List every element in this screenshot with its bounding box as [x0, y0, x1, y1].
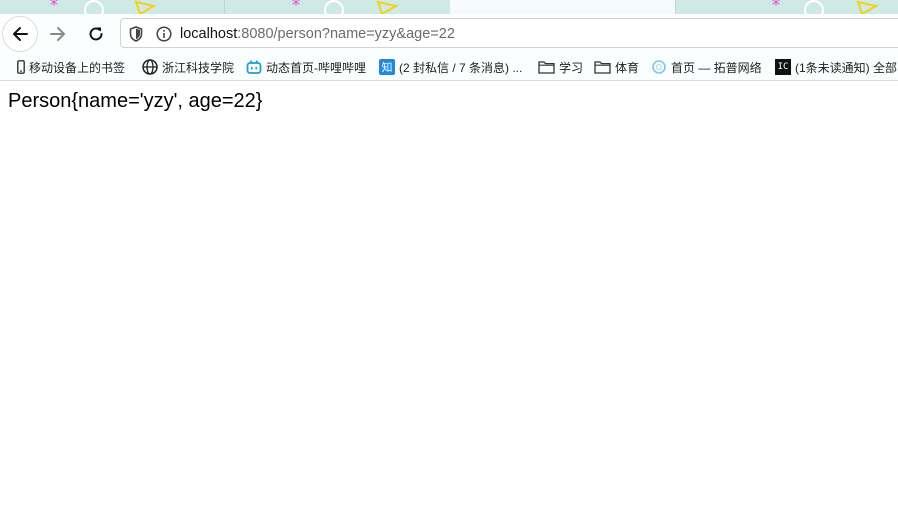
bilibili-icon: [246, 59, 262, 75]
topu-icon: [651, 59, 667, 75]
reload-button[interactable]: [78, 16, 114, 52]
reload-icon: [89, 27, 103, 41]
back-button[interactable]: [2, 16, 38, 52]
bookmark-label: 浙江科技学院: [162, 60, 235, 75]
zhihu-icon: 知: [379, 59, 395, 75]
folder-icon: [594, 59, 611, 75]
active-tab[interactable]: [450, 0, 675, 14]
navigation-toolbar: localhost:8080/person?name=yzy&age=22: [0, 14, 898, 54]
bookmark-label: (1条未读通知) 全部: [795, 60, 898, 75]
bookmark-label: 体育: [615, 60, 640, 75]
url-path: :8080/person?name=yzy&age=22: [237, 26, 455, 42]
bookmark-folder-study[interactable]: 学习: [538, 58, 583, 76]
svg-text:*: *: [292, 0, 300, 14]
info-icon[interactable]: [155, 25, 173, 43]
tab-strip: * * *: [0, 0, 898, 14]
bookmark-topu[interactable]: 首页 — 拓普网络: [651, 58, 762, 76]
bookmark-mobile[interactable]: 移动设备上的书签: [16, 58, 125, 76]
bookmarks-toolbar: 移动设备上的书签 浙江科技学院 动态首页-哔哩哔哩 知 (2 封私信 / 7 条…: [0, 54, 898, 81]
globe-icon: [142, 59, 158, 75]
forward-button[interactable]: [40, 16, 76, 52]
tab-separator: [224, 0, 225, 14]
arrow-right-icon: [50, 27, 65, 41]
bookmark-folder-sports[interactable]: 体育: [594, 58, 639, 76]
shield-icon[interactable]: [127, 25, 145, 43]
notification-site-icon: IC: [775, 59, 791, 75]
bookmark-label: 首页 — 拓普网络: [671, 60, 762, 75]
bookmark-label: 学习: [559, 60, 584, 75]
address-bar[interactable]: localhost:8080/person?name=yzy&age=22: [120, 18, 898, 48]
bookmark-label: 移动设备上的书签: [29, 60, 126, 75]
bookmark-label: (2 封私信 / 7 条消息) ...: [399, 60, 523, 75]
bookmark-bilibili[interactable]: 动态首页-哔哩哔哩: [246, 58, 366, 76]
folder-icon: [538, 59, 555, 75]
bookmark-zhihu[interactable]: 知 (2 封私信 / 7 条消息) ...: [379, 58, 522, 76]
tab-separator: [675, 0, 676, 14]
mobile-icon: [16, 59, 26, 75]
bookmark-zust[interactable]: 浙江科技学院: [142, 58, 234, 76]
tab-decoration: * * *: [50, 0, 879, 14]
arrow-left-icon: [13, 27, 28, 41]
url-host: localhost: [180, 26, 238, 42]
bookmark-notifications[interactable]: IC (1条未读通知) 全部: [775, 58, 897, 76]
page-body-text: Person{name='yzy', age=22}: [8, 90, 263, 112]
bookmark-label: 动态首页-哔哩哔哩: [266, 60, 366, 75]
svg-text:*: *: [772, 0, 780, 14]
svg-text:*: *: [50, 0, 58, 14]
url-text[interactable]: localhost:8080/person?name=yzy&age=22: [180, 25, 455, 43]
